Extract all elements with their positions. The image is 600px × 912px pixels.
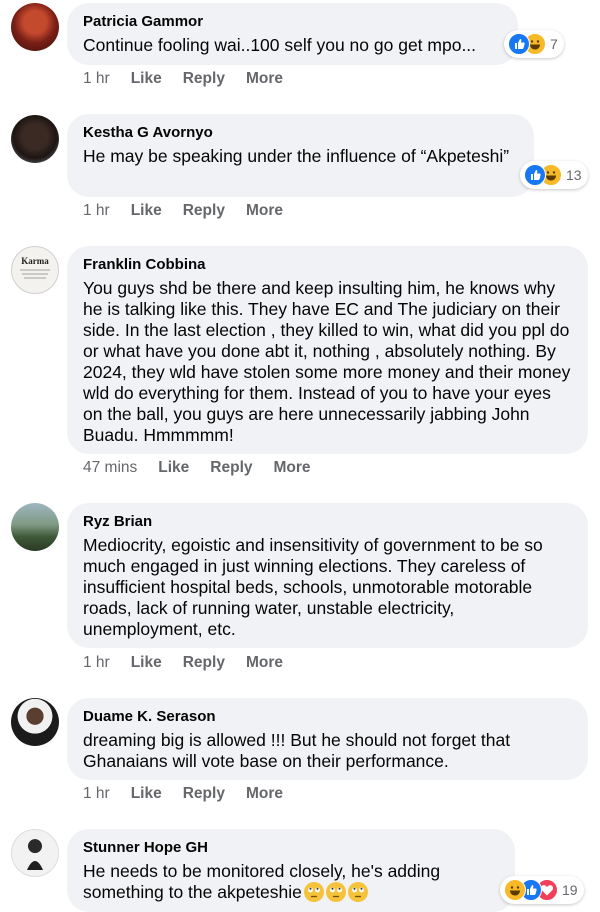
reply-button[interactable]: Reply <box>183 654 225 672</box>
comment-text: dreaming big is allowed !!! But he shoul… <box>83 730 511 771</box>
reply-button[interactable]: Reply <box>210 459 252 477</box>
reply-button[interactable]: Reply <box>183 785 225 803</box>
comment-bubble: Duame K. Serason dreaming big is allowed… <box>67 698 588 780</box>
more-button[interactable]: More <box>246 70 283 88</box>
comment-actions: 1 hr Like Reply More <box>83 654 304 672</box>
comment-author[interactable]: Franklin Cobbina <box>83 255 572 275</box>
like-icon <box>508 33 530 55</box>
reaction-count: 13 <box>566 167 582 183</box>
reactions-summary[interactable]: 7 <box>504 30 564 58</box>
comment-text: You guys shd be there and keep insulting… <box>83 278 571 445</box>
comment-bubble: Patricia Gammor Continue fooling wai..10… <box>67 3 518 65</box>
avatar[interactable] <box>11 503 59 551</box>
comment-text: He needs to be monitored closely, he's a… <box>83 861 499 903</box>
comment-text: Mediocrity, egoistic and insensitivity o… <box>83 535 543 639</box>
eye-roll-emoji <box>303 882 324 902</box>
comment-bubble: Ryz Brian Mediocrity, egoistic and insen… <box>67 503 588 648</box>
avatar[interactable] <box>11 829 59 877</box>
like-button[interactable]: Like <box>131 785 162 803</box>
comment-bubble: Kestha G Avornyo He may be speaking unde… <box>67 114 534 197</box>
reactions-summary[interactable]: 19 <box>500 876 584 904</box>
avatar[interactable] <box>11 698 59 746</box>
comment-time[interactable]: 47 mins <box>83 459 137 477</box>
comment-actions: 47 mins Like Reply More <box>83 459 332 477</box>
avatar[interactable]: Karma <box>11 246 59 294</box>
comment-actions: 1 hr Like Reply More <box>83 785 304 803</box>
reaction-count: 19 <box>562 882 578 898</box>
like-button[interactable]: Like <box>131 70 162 88</box>
comment-time[interactable]: 1 hr <box>83 785 110 803</box>
comment-time[interactable]: 1 hr <box>83 70 110 88</box>
comment-actions: 1 hr Like Reply More <box>83 202 304 220</box>
comment-text-body: He needs to be monitored closely, he's a… <box>83 861 441 902</box>
avatar[interactable] <box>11 115 59 163</box>
comment-actions: 1 hr Like Reply More <box>83 70 304 88</box>
comment-author[interactable]: Stunner Hope GH <box>83 838 499 858</box>
comment-author[interactable]: Duame K. Serason <box>83 707 572 727</box>
reply-button[interactable]: Reply <box>183 70 225 88</box>
like-button[interactable]: Like <box>131 202 162 220</box>
avatar[interactable] <box>11 3 59 51</box>
reaction-count: 7 <box>550 36 558 52</box>
comment-time[interactable]: 1 hr <box>83 654 110 672</box>
comment-time[interactable]: 1 hr <box>83 202 110 220</box>
comment-author[interactable]: Ryz Brian <box>83 512 572 532</box>
haha-icon <box>504 879 526 901</box>
avatar-text: Karma <box>21 256 49 266</box>
comment-author[interactable]: Patricia Gammor <box>83 12 502 32</box>
more-button[interactable]: More <box>246 654 283 672</box>
comment-bubble: Franklin Cobbina You guys shd be there a… <box>67 246 588 454</box>
more-button[interactable]: More <box>274 459 311 477</box>
eye-roll-emoji <box>347 882 368 902</box>
eye-roll-emoji <box>325 882 346 902</box>
comment-author[interactable]: Kestha G Avornyo <box>83 123 518 143</box>
like-button[interactable]: Like <box>131 654 162 672</box>
comment-text: Continue fooling wai..100 self you no go… <box>83 35 477 55</box>
reply-button[interactable]: Reply <box>183 202 225 220</box>
like-button[interactable]: Like <box>158 459 189 477</box>
comment-bubble: Stunner Hope GH He needs to be monitored… <box>67 829 515 912</box>
more-button[interactable]: More <box>246 785 283 803</box>
comment-text: He may be speaking under the influence o… <box>83 146 510 166</box>
reactions-summary[interactable]: 13 <box>520 161 588 189</box>
more-button[interactable]: More <box>246 202 283 220</box>
like-icon <box>524 164 546 186</box>
